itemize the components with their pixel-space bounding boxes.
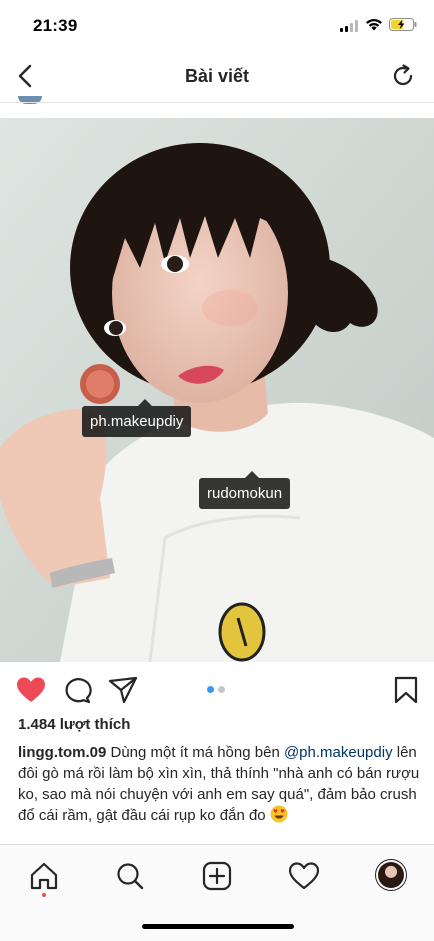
bookmark-icon[interactable]	[393, 676, 419, 704]
carousel-indicator	[207, 686, 227, 694]
comment-icon[interactable]	[62, 676, 92, 704]
battery-charging-icon	[389, 18, 417, 31]
post-caption: lingg.tom.09 Dùng một ít má hồng bên @ph…	[18, 742, 420, 826]
tab-bar	[0, 845, 434, 907]
status-bar: 21:39	[0, 0, 434, 50]
home-icon[interactable]	[29, 861, 59, 891]
page-title: Bài viết	[184, 66, 250, 86]
wifi-icon	[366, 19, 382, 31]
post-actions	[0, 662, 434, 718]
carousel-dot	[218, 686, 225, 693]
share-icon[interactable]	[108, 676, 138, 704]
search-icon[interactable]	[115, 861, 145, 891]
carousel-dot-active	[207, 686, 214, 693]
home-indicator[interactable]	[142, 924, 294, 929]
photo-tag[interactable]: rudomokun	[199, 471, 291, 509]
caption-mention[interactable]: @ph.makeupdiy	[284, 744, 393, 761]
nav-bar: Bài viết	[0, 50, 434, 102]
likes-count[interactable]: 1.484 lượt thích	[18, 716, 130, 733]
notification-dot	[42, 893, 46, 897]
heart-filled-icon[interactable]	[16, 676, 46, 704]
caption-text: Dùng một ít má hồng bên	[106, 744, 284, 761]
add-post-icon[interactable]	[202, 861, 232, 891]
refresh-icon[interactable]	[390, 63, 416, 89]
caption-username[interactable]: lingg.tom.09	[18, 744, 106, 761]
signal-icon	[340, 20, 360, 32]
post-photo[interactable]: ph.makeupdiy rudomokun	[0, 118, 434, 662]
heart-eyes-emoji	[270, 805, 288, 823]
avatar	[378, 862, 404, 888]
nav-divider	[0, 102, 434, 103]
profile-avatar[interactable]	[375, 859, 407, 891]
photo-illustration	[0, 118, 434, 662]
status-time: 21:39	[33, 16, 78, 35]
activity-heart-icon[interactable]	[289, 861, 319, 891]
photo-tag[interactable]: ph.makeupdiy	[82, 399, 192, 437]
